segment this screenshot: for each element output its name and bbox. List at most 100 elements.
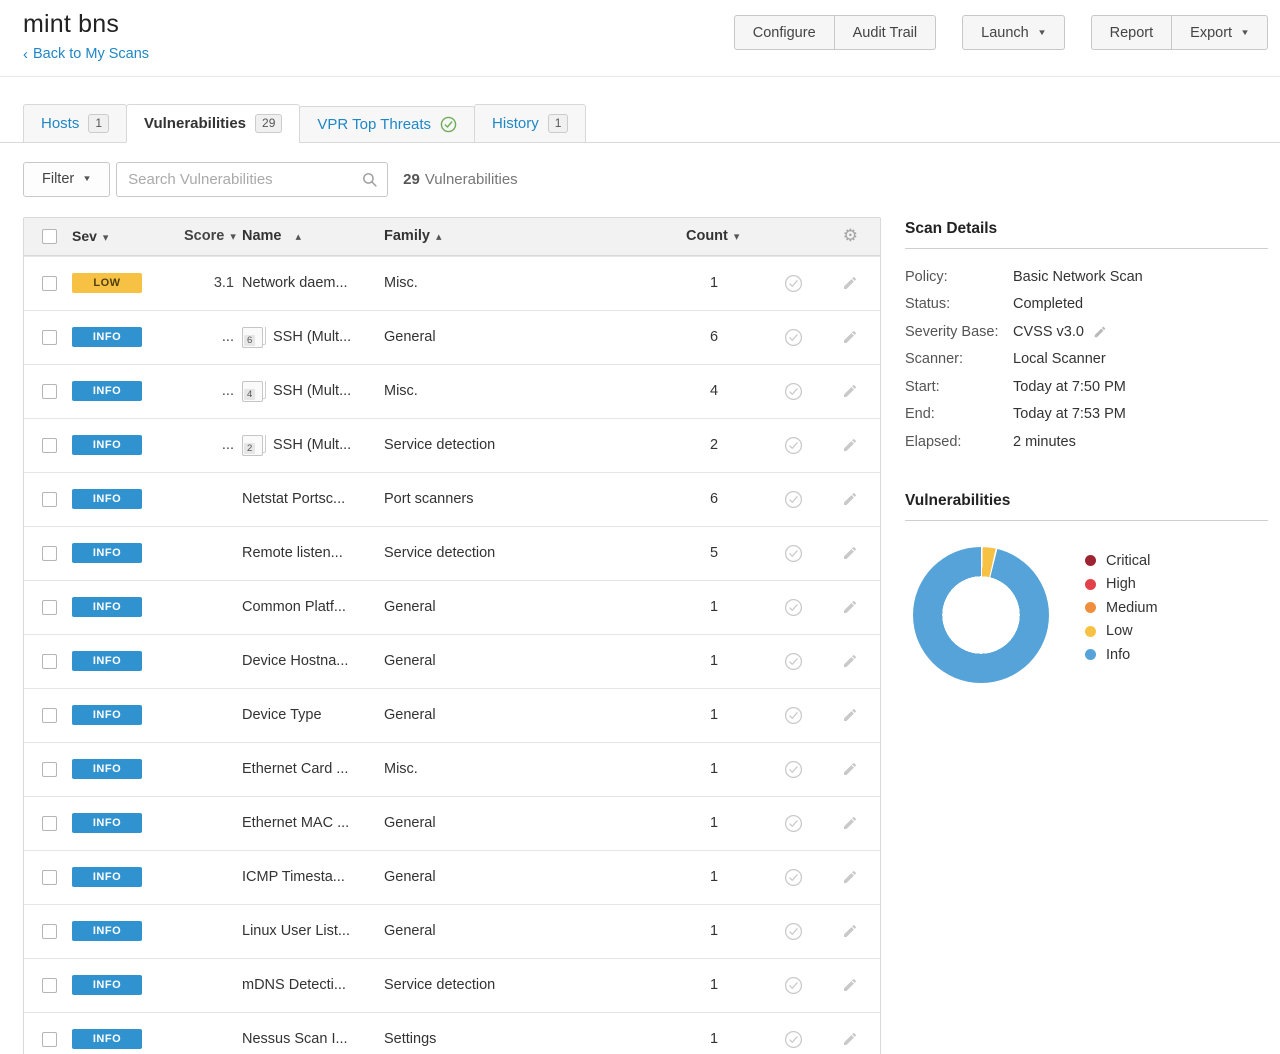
- vulnerability-name-link[interactable]: Device Hostna...: [242, 653, 348, 669]
- accept-risk-check-circle-icon[interactable]: [784, 436, 803, 455]
- row-checkbox[interactable]: [42, 978, 57, 993]
- table-row[interactable]: INFO mDNS Detecti... Service detection 1: [24, 958, 880, 1012]
- vulnerability-name-link[interactable]: Ethernet Card ...: [242, 761, 348, 777]
- edit-pencil-icon[interactable]: [842, 437, 858, 453]
- vulnerability-name-link[interactable]: Remote listen...: [242, 545, 343, 561]
- table-row[interactable]: INFO Common Platf... General 1: [24, 580, 880, 634]
- tab[interactable]: History 1: [474, 104, 586, 143]
- table-row[interactable]: INFO Netstat Portsc... Port scanners 6: [24, 472, 880, 526]
- launch-button[interactable]: Launch ▼: [962, 15, 1065, 50]
- accept-risk-check-circle-icon[interactable]: [784, 598, 803, 617]
- vulnerability-name-link[interactable]: Netstat Portsc...: [242, 491, 345, 507]
- edit-pencil-icon[interactable]: [842, 869, 858, 885]
- table-row[interactable]: INFO ... 6 SSH (Mult... General 6: [24, 310, 880, 364]
- row-actions: [770, 814, 858, 833]
- row-checkbox[interactable]: [42, 708, 57, 723]
- edit-pencil-icon[interactable]: [842, 383, 858, 399]
- row-checkbox[interactable]: [42, 276, 57, 291]
- select-all-checkbox[interactable]: [42, 229, 57, 244]
- row-checkbox[interactable]: [42, 924, 57, 939]
- filter-button[interactable]: Filter ▼: [23, 162, 110, 197]
- configure-button[interactable]: Configure: [734, 15, 835, 50]
- edit-pencil-icon[interactable]: [842, 815, 858, 831]
- edit-pencil-icon[interactable]: [842, 653, 858, 669]
- audit-trail-button[interactable]: Audit Trail: [834, 15, 936, 50]
- vulnerability-name-link[interactable]: Common Platf...: [242, 599, 346, 615]
- edit-pencil-icon[interactable]: [842, 329, 858, 345]
- vulnerability-name-link[interactable]: SSH (Mult...: [273, 437, 351, 453]
- accept-risk-check-circle-icon[interactable]: [784, 814, 803, 833]
- accept-risk-check-circle-icon[interactable]: [784, 868, 803, 887]
- edit-pencil-icon[interactable]: [842, 491, 858, 507]
- edit-pencil-icon[interactable]: [842, 275, 858, 291]
- row-checkbox[interactable]: [42, 1032, 57, 1047]
- vulnerability-name-link[interactable]: mDNS Detecti...: [242, 977, 346, 993]
- column-header-family[interactable]: Family▴: [384, 228, 686, 244]
- table-row[interactable]: INFO Ethernet MAC ... General 1: [24, 796, 880, 850]
- edit-pencil-icon[interactable]: [842, 1031, 858, 1047]
- edit-pencil-icon[interactable]: [842, 599, 858, 615]
- vulnerability-name-link[interactable]: Network daem...: [242, 275, 348, 291]
- edit-pencil-icon[interactable]: [842, 545, 858, 561]
- back-link[interactable]: ‹ Back to My Scans: [23, 46, 149, 62]
- row-checkbox[interactable]: [42, 600, 57, 615]
- column-header-name[interactable]: Name▴: [242, 228, 384, 244]
- edit-pencil-icon[interactable]: [842, 977, 858, 993]
- accept-risk-check-circle-icon[interactable]: [784, 328, 803, 347]
- accept-risk-check-circle-icon[interactable]: [784, 652, 803, 671]
- report-button[interactable]: Report: [1091, 15, 1173, 50]
- row-checkbox[interactable]: [42, 438, 57, 453]
- family-cell: Misc.: [384, 383, 686, 399]
- table-row[interactable]: INFO Device Hostna... General 1: [24, 634, 880, 688]
- scan-details-title: Scan Details: [905, 220, 1268, 249]
- accept-risk-check-circle-icon[interactable]: [784, 922, 803, 941]
- table-row[interactable]: INFO Remote listen... Service detection …: [24, 526, 880, 580]
- table-row[interactable]: INFO Ethernet Card ... Misc. 1: [24, 742, 880, 796]
- vulnerability-name-link[interactable]: SSH (Mult...: [273, 383, 351, 399]
- caret-down-icon: ▼: [1240, 29, 1250, 37]
- vulnerability-name-link[interactable]: ICMP Timesta...: [242, 869, 345, 885]
- search-input[interactable]: [116, 162, 388, 197]
- gear-icon[interactable]: ⚙: [843, 228, 858, 245]
- vulnerability-name-link[interactable]: Ethernet MAC ...: [242, 815, 349, 831]
- row-checkbox[interactable]: [42, 384, 57, 399]
- accept-risk-check-circle-icon[interactable]: [784, 382, 803, 401]
- row-checkbox[interactable]: [42, 492, 57, 507]
- accept-risk-check-circle-icon[interactable]: [784, 544, 803, 563]
- vulnerability-name-link[interactable]: Nessus Scan I...: [242, 1031, 348, 1047]
- vulnerability-name-link[interactable]: Device Type: [242, 707, 322, 723]
- table-row[interactable]: INFO Linux User List... General 1: [24, 904, 880, 958]
- column-header-count[interactable]: Count▾: [686, 228, 770, 244]
- accept-risk-check-circle-icon[interactable]: [784, 976, 803, 995]
- edit-pencil-icon[interactable]: [842, 923, 858, 939]
- edit-pencil-icon[interactable]: [842, 707, 858, 723]
- accept-risk-check-circle-icon[interactable]: [784, 760, 803, 779]
- tab[interactable]: VPR Top Threats: [299, 106, 475, 143]
- accept-risk-check-circle-icon[interactable]: [784, 490, 803, 509]
- export-button[interactable]: Export ▼: [1171, 15, 1268, 50]
- table-row[interactable]: INFO ... 2 SSH (Mult... Service detectio…: [24, 418, 880, 472]
- table-row[interactable]: LOW 3.1 Network daem... Misc. 1: [24, 256, 880, 310]
- row-checkbox[interactable]: [42, 762, 57, 777]
- accept-risk-check-circle-icon[interactable]: [784, 1030, 803, 1049]
- table-row[interactable]: INFO Device Type General 1: [24, 688, 880, 742]
- accept-risk-check-circle-icon[interactable]: [784, 274, 803, 293]
- row-checkbox[interactable]: [42, 546, 57, 561]
- edit-pencil-icon[interactable]: [842, 761, 858, 777]
- edit-pencil-icon[interactable]: [1093, 325, 1107, 339]
- table-row[interactable]: INFO ICMP Timesta... General 1: [24, 850, 880, 904]
- name-cell: ICMP Timesta...: [242, 869, 384, 885]
- column-header-score[interactable]: Score▾: [184, 228, 234, 244]
- row-checkbox[interactable]: [42, 654, 57, 669]
- vulnerability-name-link[interactable]: Linux User List...: [242, 923, 350, 939]
- row-checkbox[interactable]: [42, 816, 57, 831]
- accept-risk-check-circle-icon[interactable]: [784, 706, 803, 725]
- column-header-sev[interactable]: Sev▾: [72, 228, 184, 244]
- vulnerability-name-link[interactable]: SSH (Mult...: [273, 329, 351, 345]
- tab[interactable]: Hosts 1: [23, 104, 127, 143]
- tab[interactable]: Vulnerabilities 29: [126, 104, 300, 143]
- row-checkbox[interactable]: [42, 870, 57, 885]
- row-checkbox[interactable]: [42, 330, 57, 345]
- table-row[interactable]: INFO Nessus Scan I... Settings 1: [24, 1012, 880, 1054]
- table-row[interactable]: INFO ... 4 SSH (Mult... Misc. 4: [24, 364, 880, 418]
